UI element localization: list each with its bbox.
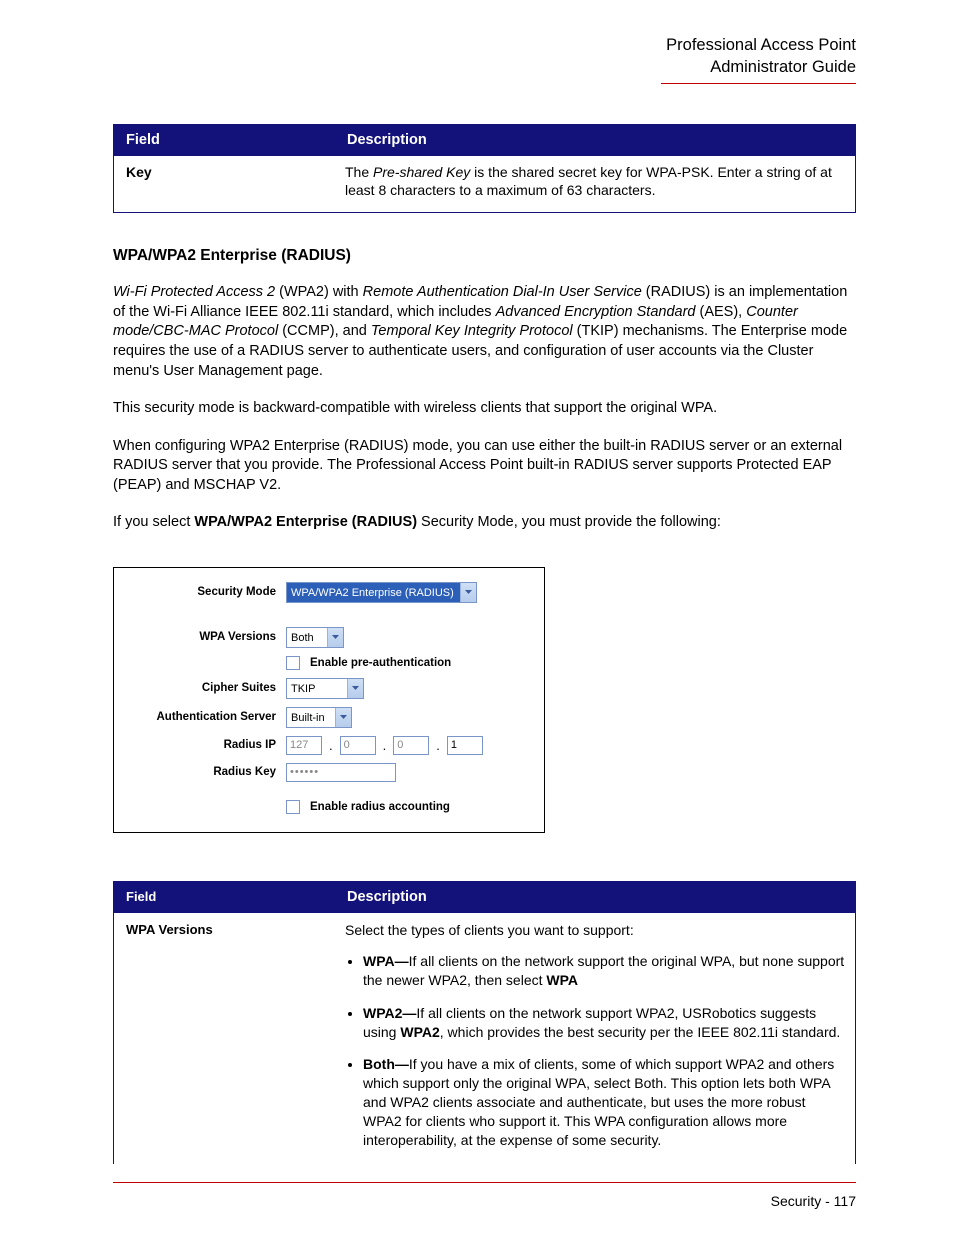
chevron-down-icon: [335, 708, 351, 727]
security-form: Security Mode WPA/WPA2 Enterprise (RADIU…: [113, 567, 545, 833]
list-item: Both—If you have a mix of clients, some …: [363, 1055, 845, 1149]
security-mode-select[interactable]: WPA/WPA2 Enterprise (RADIUS): [286, 582, 477, 603]
radius-ip-4[interactable]: [447, 736, 483, 755]
page: Professional Access Point Administrator …: [0, 0, 954, 1235]
chevron-down-icon: [347, 679, 363, 698]
paragraph-4: If you select WPA/WPA2 Enterprise (RADIU…: [113, 513, 856, 533]
paragraph-1: Wi-Fi Protected Access 2 (WPA2) with Rem…: [113, 283, 856, 381]
field-table-key: Field Description Key The Pre-shared Key…: [113, 124, 856, 214]
footer: Security - 117: [113, 1182, 856, 1209]
list-item: WPA2—If all clients on the network suppo…: [363, 1004, 845, 1042]
header-line2: Administrator Guide: [710, 58, 856, 76]
field-table-wpa-versions: Field Description WPA Versions Select th…: [113, 881, 856, 1164]
header-rule: [661, 83, 856, 84]
table-row: WPA Versions Select the types of clients…: [114, 912, 856, 1163]
table-header-description: Description: [335, 881, 856, 912]
header-line1: Professional Access Point: [666, 36, 856, 54]
bullet-list: WPA—If all clients on the network suppor…: [345, 952, 845, 1150]
chevron-down-icon: [327, 628, 343, 647]
table-cell-field: Key: [114, 155, 336, 213]
preauth-checkbox[interactable]: [286, 656, 300, 670]
table-header-field: Field: [114, 124, 336, 155]
table-row: Key The Pre-shared Key is the shared sec…: [114, 155, 856, 213]
auth-server-select[interactable]: Built-in: [286, 707, 352, 728]
label-radius-key: Radius Key: [128, 766, 286, 778]
label-radius-ip: Radius IP: [128, 739, 286, 751]
radius-ip-3[interactable]: [393, 736, 429, 755]
header-title: Professional Access Point Administrator …: [113, 34, 856, 79]
footer-text: Security - 117: [113, 1193, 856, 1209]
cipher-suites-select[interactable]: TKIP: [286, 678, 364, 699]
label-cipher-suites: Cipher Suites: [128, 682, 286, 694]
paragraph-2: This security mode is backward-compatibl…: [113, 399, 856, 419]
paragraph-3: When configuring WPA2 Enterprise (RADIUS…: [113, 437, 856, 496]
wpa-versions-select[interactable]: Both: [286, 627, 344, 648]
accounting-checkbox[interactable]: [286, 800, 300, 814]
list-item: WPA—If all clients on the network suppor…: [363, 952, 845, 990]
radius-key-input[interactable]: [286, 763, 396, 782]
section-heading: WPA/WPA2 Enterprise (RADIUS): [113, 247, 856, 265]
accounting-label: Enable radius accounting: [310, 801, 450, 813]
radius-ip-1[interactable]: [286, 736, 322, 755]
preauth-label: Enable pre-authentication: [310, 657, 451, 669]
chevron-down-icon: [460, 583, 476, 602]
label-auth-server: Authentication Server: [128, 711, 286, 723]
table-header-field: Field: [114, 881, 336, 912]
radius-ip-2[interactable]: [340, 736, 376, 755]
table-cell-description: Select the types of clients you want to …: [335, 912, 856, 1163]
table-cell-field: WPA Versions: [114, 912, 336, 1163]
footer-rule: [113, 1182, 856, 1183]
label-wpa-versions: WPA Versions: [128, 631, 286, 643]
table-cell-description: The Pre-shared Key is the shared secret …: [335, 155, 856, 213]
label-security-mode: Security Mode: [128, 586, 286, 598]
table-header-description: Description: [335, 124, 856, 155]
